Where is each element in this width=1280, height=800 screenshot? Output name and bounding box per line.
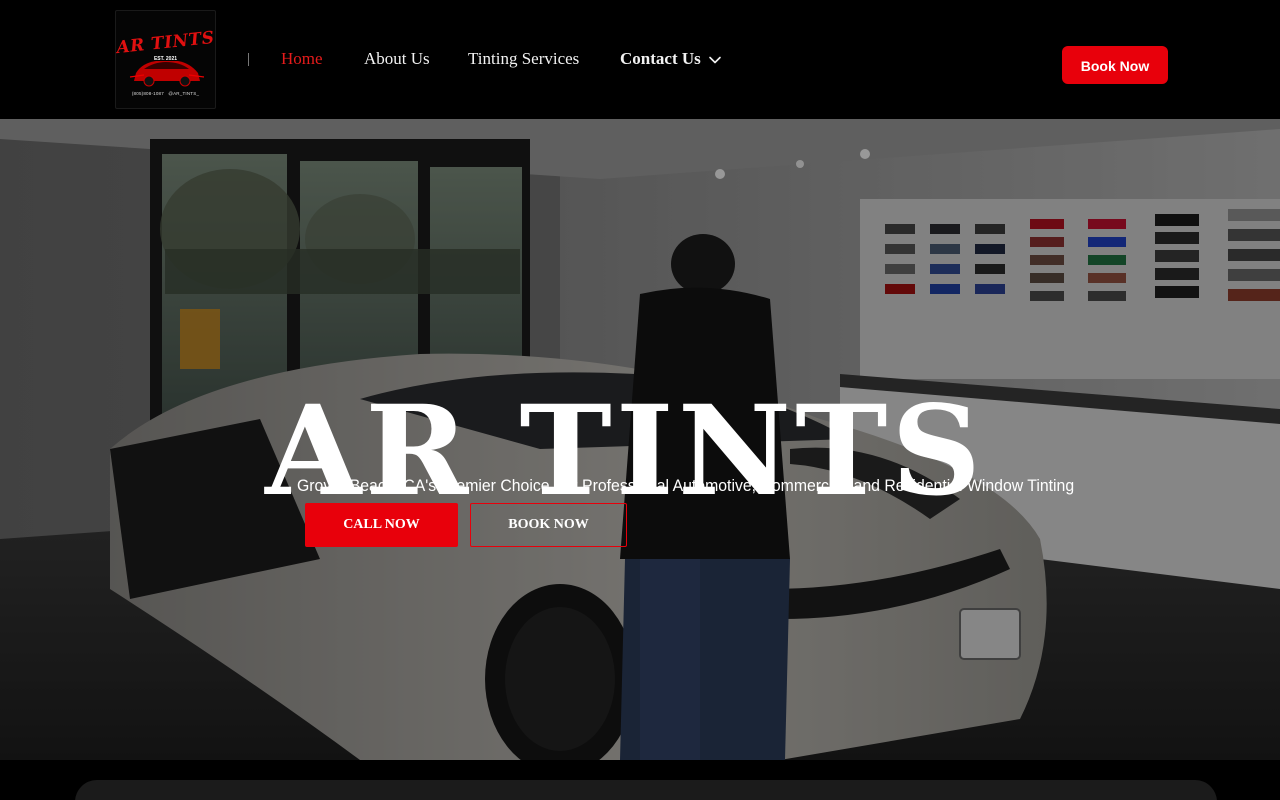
hero-title: AR TINTS [265, 379, 985, 525]
book-now-button[interactable]: Book Now [1062, 46, 1168, 84]
hero-section: AR TINTS Grover Beach, CA's Premier Choi… [0, 119, 1280, 760]
book-now-hero-button[interactable]: BOOK NOW [470, 503, 627, 547]
next-section-card [75, 780, 1217, 800]
logo-handle: @AR_TINTS_ [168, 91, 200, 96]
nav-item-tinting-services[interactable]: Tinting Services [468, 48, 579, 70]
nav-item-about-us[interactable]: About Us [364, 48, 430, 70]
nav-item-home[interactable]: Home [281, 48, 323, 70]
site-logo[interactable]: AR TINTS EST. 2021 (805)808-1087 @AR_TIN… [115, 10, 216, 109]
site-header: AR TINTS EST. 2021 (805)808-1087 @AR_TIN… [0, 0, 1280, 119]
hero-subtitle: Grover Beach, CA's Premier Choice For Pr… [297, 476, 1075, 495]
logo-phone: (805)808-1087 [131, 91, 164, 96]
nav-divider [248, 53, 249, 66]
logo-contact-line: (805)808-1087 @AR_TINTS_ [116, 91, 215, 96]
call-now-button[interactable]: CALL NOW [305, 503, 458, 547]
nav-item-contact-us[interactable]: Contact Us [620, 48, 701, 70]
page: AR TINTS EST. 2021 (805)808-1087 @AR_TIN… [0, 0, 1280, 800]
chevron-down-icon[interactable] [708, 55, 722, 65]
logo-established: EST. 2021 [153, 56, 178, 62]
